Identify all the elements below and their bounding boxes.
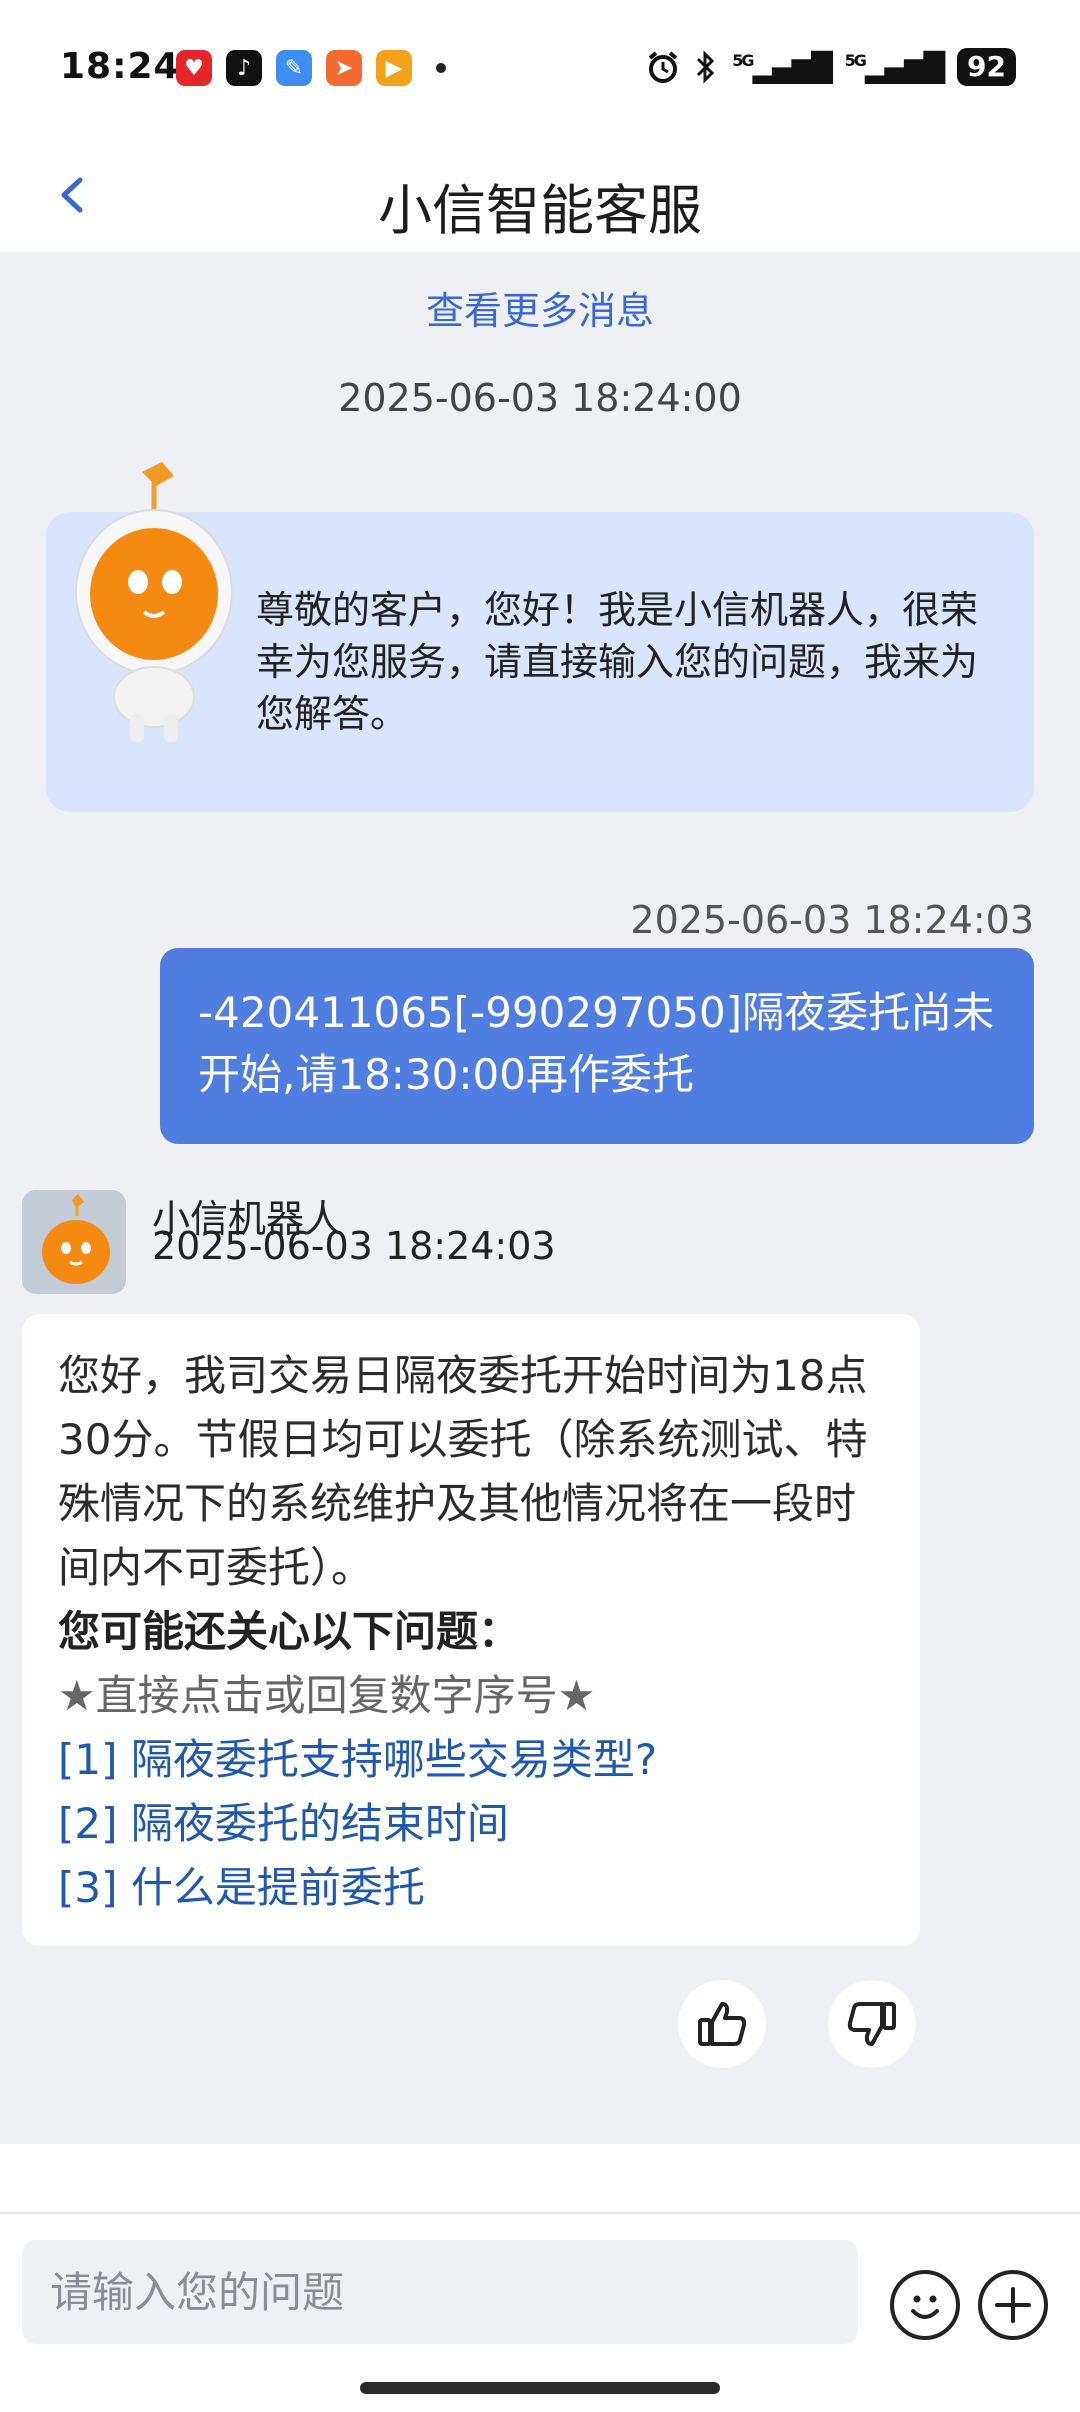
- video-icon: ▶: [376, 50, 412, 86]
- user-message-timestamp: 2025-06-03 18:24:03: [630, 898, 1034, 942]
- robot-mascot-icon: [75, 462, 233, 742]
- more-notifications-dot: [436, 63, 446, 73]
- bluetooth-icon: [697, 50, 715, 84]
- related-questions-title: 您可能还关心以下问题：: [58, 1607, 521, 1656]
- alarm-icon: [648, 51, 678, 83]
- home-indicator[interactable]: [360, 2382, 720, 2394]
- thumbs-up-icon: [698, 2002, 747, 2046]
- plus-icon: [995, 2287, 1031, 2323]
- related-question-2[interactable]: [2] 隔夜委托的结束时间: [58, 1792, 884, 1856]
- welcome-timestamp: 2025-06-03 18:24:00: [338, 376, 742, 420]
- thumbs-up-button[interactable]: [678, 1980, 766, 2068]
- battery-indicator: 92: [957, 48, 1016, 86]
- related-questions-hint: ★直接点击或回复数字序号★: [58, 1671, 596, 1720]
- pinduoduo-icon: ♥: [176, 50, 212, 86]
- thumbs-down-icon: [847, 2002, 896, 2046]
- load-more-link[interactable]: 查看更多消息: [0, 280, 1080, 335]
- input-bar: [0, 2212, 1080, 2412]
- thumbs-down-button[interactable]: [828, 1980, 916, 2068]
- smiley-icon: [911, 2295, 939, 2319]
- user-message-bubble: -420411065[-990297050]隔夜委托尚未开始,请18:30:00…: [160, 948, 1034, 1144]
- system-icons: 5G▂▄▆█ 5G▂▄▆█ 92: [646, 48, 1016, 86]
- tiktok-icon: ♪: [226, 50, 262, 86]
- page-title: 小信智能客服: [378, 179, 702, 242]
- status-bar: 18:24 ♥ ♪ ✎ ➤ ▶ 5G▂▄▆█ 5G▂▄▆█ 92: [0, 0, 1080, 140]
- send-icon: ➤: [326, 50, 362, 86]
- signal-icon-2: 5G▂▄▆█: [844, 50, 945, 84]
- bot-message-timestamp: 2025-06-03 18:24:03: [152, 1224, 556, 1268]
- signal-icon-1: 5G▂▄▆█: [732, 50, 832, 84]
- welcome-text: 尊敬的客户，您好！我是小信机器人，很荣幸为您服务，请直接输入您的问题，我来为您解…: [256, 588, 979, 736]
- status-time: 18:24: [60, 46, 180, 87]
- nav-header: 小信智能客服: [0, 140, 1080, 252]
- related-question-3[interactable]: [3] 什么是提前委托: [58, 1856, 884, 1920]
- notification-app-icons: ♥ ♪ ✎ ➤ ▶: [176, 50, 446, 86]
- feather-icon: ✎: [276, 50, 312, 86]
- robot-avatar-icon: [22, 1190, 126, 1294]
- related-question-1[interactable]: [1] 隔夜委托支持哪些交易类型?: [58, 1728, 884, 1792]
- more-options-button[interactable]: [978, 2270, 1048, 2340]
- emoji-button[interactable]: [890, 2270, 960, 2340]
- question-input[interactable]: [22, 2240, 858, 2344]
- chat-area[interactable]: 查看更多消息 2025-06-03 18:24:00 尊敬的客户，您好！我是小信…: [0, 252, 1080, 2144]
- app-root: 18:24 ♥ ♪ ✎ ➤ ▶ 5G▂▄▆█ 5G▂▄▆█ 92 小信智能客服 …: [0, 0, 1080, 2412]
- bot-avatar: [22, 1190, 126, 1294]
- bot-reply-text: 您好，我司交易日隔夜委托开始时间为18点30分。节假日均可以委托（除系统测试、特…: [58, 1351, 868, 1592]
- bot-message-bubble: 您好，我司交易日隔夜委托开始时间为18点30分。节假日均可以委托（除系统测试、特…: [22, 1314, 920, 1946]
